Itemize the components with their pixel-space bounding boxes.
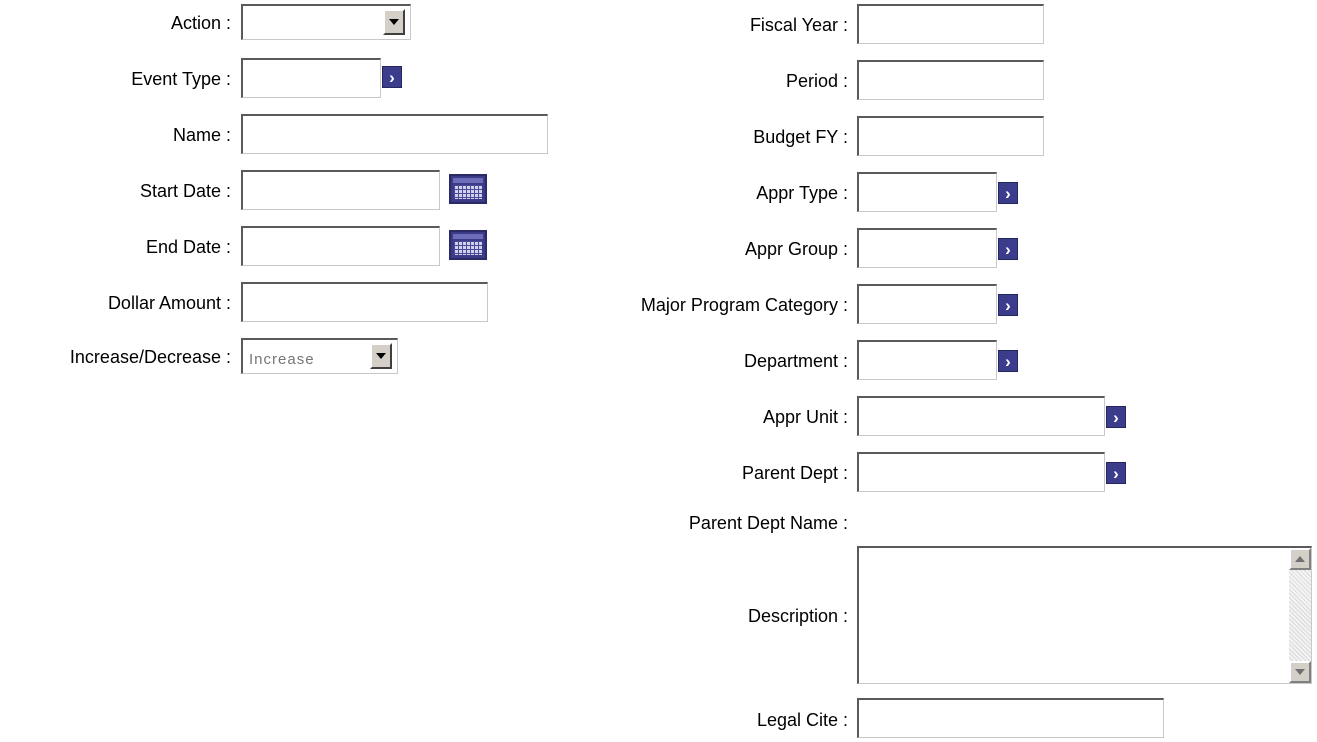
legal-cite-input[interactable] — [857, 698, 1164, 738]
major-program-category-input[interactable] — [857, 284, 997, 324]
start-date-input[interactable] — [241, 170, 440, 210]
appr-type-input[interactable] — [857, 172, 997, 212]
chevron-down-icon[interactable] — [383, 9, 405, 35]
appr-type-label: Appr Type : — [756, 183, 848, 203]
fiscal-year-input[interactable] — [857, 4, 1044, 44]
period-label: Period : — [785, 71, 848, 91]
parent-dept-input[interactable] — [857, 452, 1105, 492]
action-label: Action : — [170, 13, 231, 33]
dollar-amount-input[interactable] — [241, 282, 488, 322]
appr-type-lookup-icon[interactable]: › — [998, 182, 1018, 204]
description-scrollbar[interactable] — [1289, 548, 1311, 683]
department-label: Department : — [743, 351, 848, 371]
major-program-category-label: Major Program Category : — [640, 295, 848, 315]
appr-unit-lookup-icon[interactable]: › — [1106, 406, 1126, 428]
scroll-down-icon[interactable] — [1289, 661, 1311, 683]
parent-dept-lookup-icon[interactable]: › — [1106, 462, 1126, 484]
event-type-label: Event Type : — [131, 69, 231, 89]
parent-dept-name-label: Parent Dept Name : — [688, 513, 848, 533]
increase-decrease-select[interactable]: Increase — [241, 338, 398, 374]
end-date-input[interactable] — [241, 226, 440, 266]
legal-cite-label: Legal Cite : — [756, 710, 848, 730]
department-input[interactable] — [857, 340, 997, 380]
dollar-amount-label: Dollar Amount : — [107, 293, 231, 313]
fiscal-year-label: Fiscal Year : — [749, 15, 848, 35]
start-date-calendar-icon[interactable] — [449, 174, 487, 204]
appr-group-label: Appr Group : — [744, 239, 848, 259]
action-select[interactable] — [241, 4, 411, 40]
description-label: Description : — [747, 606, 848, 626]
appr-group-input[interactable] — [857, 228, 997, 268]
budget-fy-input[interactable] — [857, 116, 1044, 156]
chevron-down-icon[interactable] — [370, 343, 392, 369]
appr-unit-label: Appr Unit : — [762, 407, 848, 427]
budget-fy-label: Budget FY : — [753, 127, 848, 147]
end-date-calendar-icon[interactable] — [449, 230, 487, 260]
parent-dept-label: Parent Dept : — [741, 463, 848, 483]
event-type-lookup-icon[interactable]: › — [382, 66, 402, 88]
event-type-input[interactable] — [241, 58, 381, 98]
end-date-label: End Date : — [145, 237, 231, 257]
start-date-label: Start Date : — [139, 181, 231, 201]
appr-group-lookup-icon[interactable]: › — [998, 238, 1018, 260]
increase-decrease-label: Increase/Decrease : — [69, 347, 231, 367]
appr-unit-input[interactable] — [857, 396, 1105, 436]
name-label: Name : — [172, 125, 231, 145]
department-lookup-icon[interactable]: › — [998, 350, 1018, 372]
period-input[interactable] — [857, 60, 1044, 100]
scroll-up-icon[interactable] — [1289, 548, 1311, 570]
major-program-category-lookup-icon[interactable]: › — [998, 294, 1018, 316]
name-input[interactable] — [241, 114, 548, 154]
description-textarea[interactable] — [857, 546, 1312, 684]
